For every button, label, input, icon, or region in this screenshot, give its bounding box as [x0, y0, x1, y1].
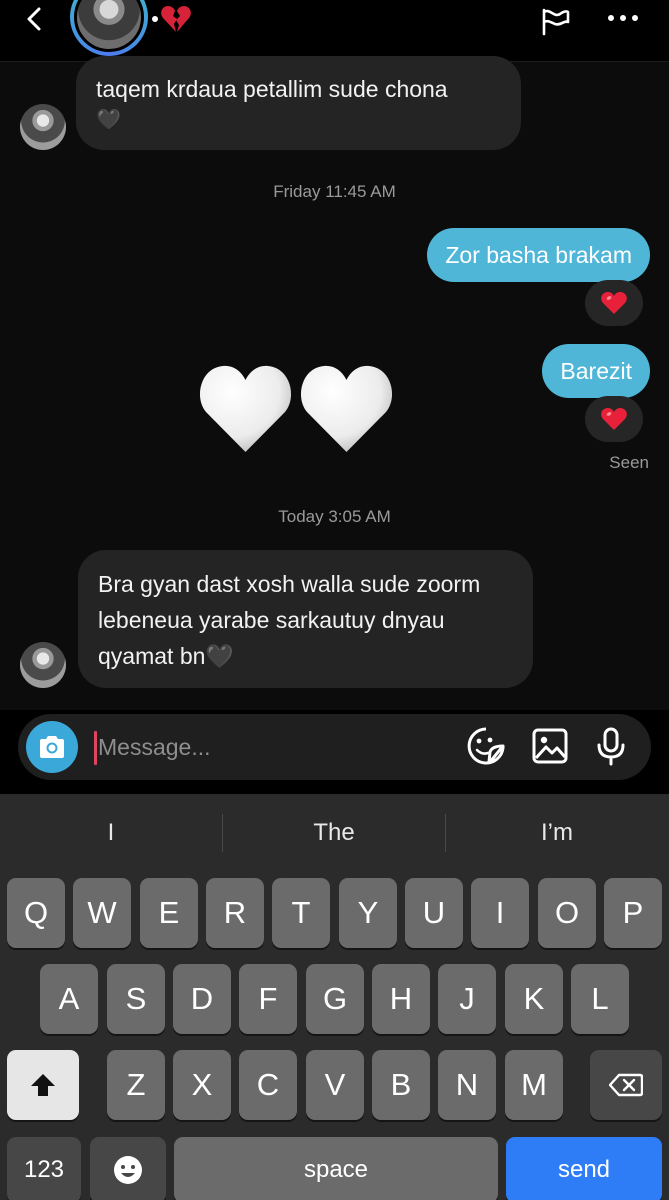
message-bubble-incoming[interactable]: Bra gyan dast xosh walla sude zoorm lebe…	[78, 550, 533, 688]
emoji-icon	[114, 1156, 142, 1184]
more-icon[interactable]	[606, 8, 640, 28]
avatar[interactable]	[20, 642, 66, 688]
camera-icon	[40, 736, 64, 758]
message-input[interactable]	[98, 726, 348, 768]
message-line: lebeneua yarabe sarkautuy dnyau	[98, 607, 445, 633]
key-j[interactable]: J	[438, 964, 496, 1034]
chevron-left-icon[interactable]	[22, 6, 48, 32]
suggestion-item[interactable]: The	[223, 812, 445, 854]
backspace-icon	[609, 1073, 643, 1097]
key-f[interactable]: F	[239, 964, 297, 1034]
shift-key[interactable]	[7, 1050, 79, 1120]
message-bubble-outgoing[interactable]: Zor basha brakam	[427, 228, 650, 282]
numbers-key[interactable]: 123	[7, 1137, 81, 1200]
message-text: Zor basha brakam	[445, 242, 632, 268]
key-i[interactable]: I	[471, 878, 529, 948]
key-b[interactable]: B	[372, 1050, 430, 1120]
key-d[interactable]: D	[173, 964, 231, 1034]
gallery-icon[interactable]	[530, 726, 570, 766]
message-text: Barezit	[560, 358, 632, 384]
key-v[interactable]: V	[306, 1050, 364, 1120]
seen-status: Seen	[609, 453, 649, 472]
chat-header	[0, 0, 669, 62]
message-line: qyamat bn🖤	[98, 643, 235, 669]
message-bubble-outgoing[interactable]: Barezit	[542, 344, 650, 398]
timestamp: Today 3:05 AM	[278, 507, 391, 526]
key-e[interactable]: E	[140, 878, 198, 948]
key-c[interactable]: C	[239, 1050, 297, 1120]
message-thread[interactable]: taqem krdaua petallim sude chona 🖤 Frida…	[0, 56, 669, 710]
active-dot	[152, 16, 158, 22]
key-y[interactable]: Y	[339, 878, 397, 948]
key-n[interactable]: N	[438, 1050, 496, 1120]
shift-icon	[31, 1074, 55, 1096]
backspace-key[interactable]	[590, 1050, 662, 1120]
key-z[interactable]: Z	[107, 1050, 165, 1120]
suggestion-bar: I The I’m	[0, 794, 669, 872]
message-text: taqem krdaua petallim sude chona	[96, 76, 448, 102]
key-k[interactable]: K	[505, 964, 563, 1034]
reaction-badge[interactable]	[585, 280, 643, 326]
avatar[interactable]	[20, 104, 66, 150]
flag-icon[interactable]	[540, 8, 572, 36]
key-p[interactable]: P	[604, 878, 662, 948]
send-key[interactable]: send	[506, 1137, 662, 1200]
microphone-icon[interactable]	[591, 726, 631, 766]
key-t[interactable]: T	[272, 878, 330, 948]
sticker-icon[interactable]	[466, 726, 506, 766]
white-heart-icon	[300, 365, 393, 452]
black-heart-emoji: 🖤	[96, 109, 121, 131]
key-g[interactable]: G	[306, 964, 364, 1034]
red-heart-icon	[601, 408, 627, 430]
key-m[interactable]: M	[505, 1050, 563, 1120]
key-w[interactable]: W	[73, 878, 131, 948]
emoji-key[interactable]	[90, 1137, 166, 1200]
key-x[interactable]: X	[173, 1050, 231, 1120]
camera-button[interactable]	[26, 721, 78, 773]
key-h[interactable]: H	[372, 964, 430, 1034]
message-line: Bra gyan dast xosh walla sude zoorm	[98, 571, 481, 597]
message-bubble-incoming[interactable]: taqem krdaua petallim sude chona 🖤	[76, 56, 521, 150]
suggestion-item[interactable]: I	[0, 812, 222, 854]
key-o[interactable]: O	[538, 878, 596, 948]
message-composer	[18, 714, 651, 780]
text-caret	[94, 731, 97, 765]
contact-avatar[interactable]	[70, 0, 148, 56]
white-heart-icon	[199, 365, 292, 452]
timestamp: Friday 11:45 AM	[273, 182, 396, 201]
key-q[interactable]: Q	[7, 878, 65, 948]
key-r[interactable]: R	[206, 878, 264, 948]
space-key[interactable]: space	[174, 1137, 498, 1200]
keyboard: I The I’m Q W E R T Y U I O P A S D F G …	[0, 794, 669, 1200]
key-u[interactable]: U	[405, 878, 463, 948]
broken-heart-icon	[161, 6, 191, 32]
emoji-message[interactable]	[198, 360, 394, 456]
key-l[interactable]: L	[571, 964, 629, 1034]
suggestion-item[interactable]: I’m	[446, 812, 668, 854]
reaction-badge[interactable]	[585, 396, 643, 442]
red-heart-icon	[601, 292, 627, 314]
key-a[interactable]: A	[40, 964, 98, 1034]
key-s[interactable]: S	[107, 964, 165, 1034]
